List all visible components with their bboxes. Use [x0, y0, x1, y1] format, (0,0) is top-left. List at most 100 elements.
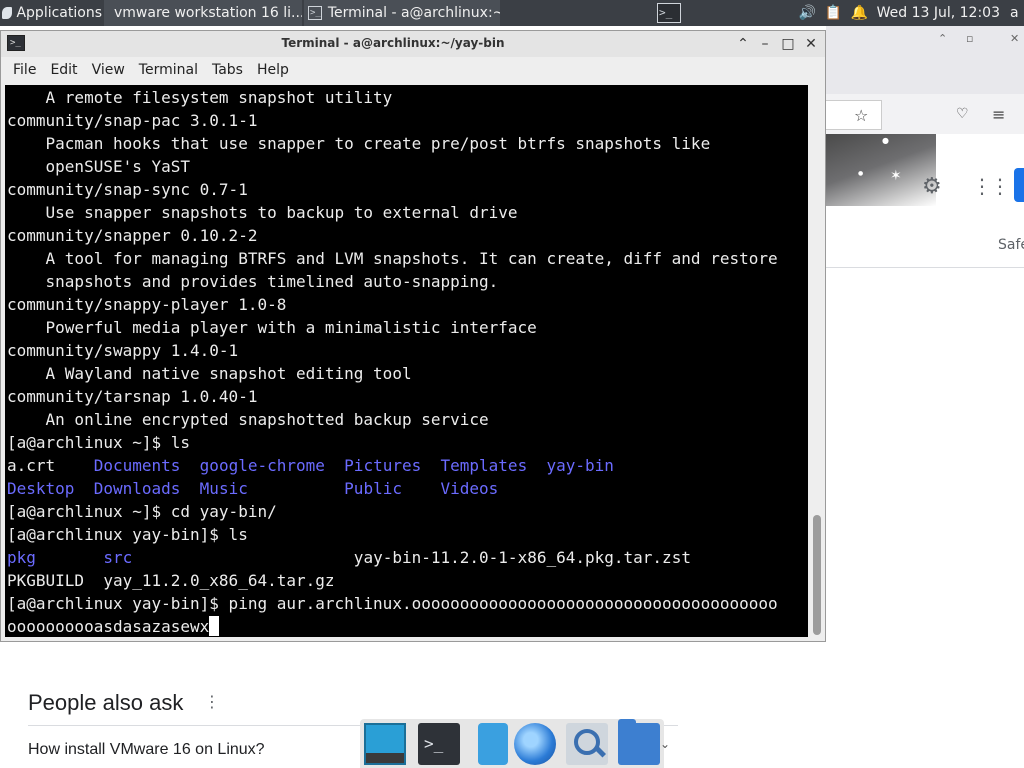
terminal-line: Pacman hooks that use snapper to create … [7, 132, 711, 155]
home-folder-icon[interactable] [618, 719, 660, 765]
terminal-line: oooooooooasdasazasewx [7, 615, 220, 637]
terminal-line: Desktop Downloads Music Public Videos [7, 477, 498, 500]
show-desktop-icon[interactable] [364, 723, 406, 765]
taskbar-terminal-label: Terminal - a@archlinux:~/... [327, 5, 500, 21]
applications-label: Applications [16, 5, 102, 21]
terminal-output[interactable]: A remote filesystem snapshot utility comm… [5, 85, 808, 637]
volume-icon[interactable]: 🔊 [795, 5, 821, 21]
menu-file[interactable]: File [13, 62, 36, 78]
terminal-line: A remote filesystem snapshot utility [7, 86, 393, 109]
terminal-line: snapshots and provides timelined auto-sn… [7, 270, 499, 293]
dock: >_ ⌄ [360, 719, 670, 768]
divider [826, 267, 1024, 268]
directory-entry: Videos [440, 479, 499, 498]
terminal-line: community/snapper 0.10.2-2 [7, 224, 257, 247]
dock-terminal-icon[interactable]: >_ [418, 723, 460, 765]
notification-bell-icon[interactable]: 🔔 [847, 5, 873, 21]
maximize-icon[interactable]: □ [778, 33, 798, 55]
browser-menu-icon[interactable]: ≡ [992, 105, 1005, 124]
terminal-titlebar[interactable]: >_ Terminal - a@archlinux:~/yay-bin ⌃ – … [1, 31, 825, 57]
terminal-line: community/snappy-player 1.0-8 [7, 293, 286, 316]
terminal-line: community/swappy 1.4.0-1 [7, 339, 238, 362]
terminal-text: [a@archlinux yay-bin]$ ls [7, 525, 248, 544]
xfce-logo-icon [2, 7, 13, 19]
taskbar-terminal-button[interactable]: >_ Terminal - a@archlinux:~/... [304, 0, 500, 26]
related-question-item[interactable]: How install VMware 16 on Linux? [28, 741, 265, 759]
browser-close-icon[interactable]: ✕ [1010, 32, 1019, 45]
terminal-text: community/snapper 0.10.2-2 [7, 226, 258, 245]
clock[interactable]: Wed 13 Jul, 12:03 [877, 5, 1000, 21]
close-icon[interactable]: ✕ [801, 33, 821, 55]
terminal-text: Powerful media player with a minimalisti… [7, 318, 537, 337]
terminal-text: openSUSE's YaST [7, 157, 191, 176]
terminal-text: An online encrypted snapshotted backup s… [7, 410, 489, 429]
panel-terminal-launcher[interactable]: >_ [654, 0, 684, 26]
more-options-icon[interactable]: ⋮ [204, 692, 220, 711]
terminal-window: >_ Terminal - a@archlinux:~/yay-bin ⌃ – … [0, 30, 826, 642]
chevron-down-icon[interactable]: ⌄ [660, 737, 670, 751]
app-finder-magnifier-icon[interactable] [566, 723, 608, 765]
terminal-line: An online encrypted snapshotted backup s… [7, 408, 489, 431]
terminal-text: community/snap-sync 0.7-1 [7, 180, 248, 199]
settings-gear-icon[interactable]: ⚙ [922, 174, 942, 199]
web-browser-globe-icon[interactable] [514, 723, 556, 765]
doodle-banner: ● ✶ ● [826, 134, 936, 206]
menu-help[interactable]: Help [257, 62, 289, 78]
terminal-line: Powerful media player with a minimalisti… [7, 316, 537, 339]
terminal-line: [a@archlinux yay-bin]$ ls [7, 523, 248, 546]
terminal-text: yay-bin-11.2.0-1-x86_64.pkg.tar.zst [132, 548, 691, 567]
menu-edit[interactable]: Edit [50, 62, 77, 78]
text-cursor [209, 616, 220, 636]
browser-tab-bar: ⌃ ▫ ✕ [826, 26, 1024, 94]
scrollbar-thumb[interactable] [813, 515, 821, 635]
bookmark-star-icon[interactable]: ☆ [854, 106, 868, 125]
terminal-line: community/tarsnap 1.0.40-1 [7, 385, 257, 408]
taskbar-firefox-button[interactable]: vmware workstation 16 li... [104, 0, 302, 26]
pocket-icon[interactable]: ♡ [956, 106, 969, 122]
terminal-text: community/snap-pac 3.0.1-1 [7, 111, 258, 130]
people-also-ask-heading: People also ask [28, 690, 184, 715]
terminal-line: community/snap-sync 0.7-1 [7, 178, 248, 201]
terminal-line: a.crt Documents google-chrome Pictures T… [7, 454, 614, 477]
clipboard-icon[interactable]: 📋 [821, 5, 847, 21]
user-menu[interactable]: a [1010, 5, 1024, 21]
roll-up-icon[interactable]: ⌃ [733, 33, 753, 55]
terminal-text: A tool for managing BTRFS and LVM snapsh… [7, 249, 778, 268]
terminal-text: oooooooooasdasazasewx [7, 617, 210, 636]
terminal-text: [a@archlinux ~]$ ls [7, 433, 191, 452]
top-panel: Applications vmware workstation 16 li...… [0, 0, 1024, 26]
browser-maximize-icon[interactable]: ▫ [966, 32, 973, 45]
safesearch-label[interactable]: Safe [998, 237, 1024, 253]
terminal-line: [a@archlinux ~]$ cd yay-bin/ [7, 500, 277, 523]
terminal-line: [a@archlinux ~]$ ls [7, 431, 190, 454]
terminal-launcher-icon: >_ [657, 3, 681, 23]
applications-menu-button[interactable]: Applications [2, 0, 102, 26]
terminal-text: A remote filesystem snapshot utility [7, 88, 393, 107]
browser-minimize-icon[interactable]: ⌃ [938, 32, 947, 45]
terminal-title: Terminal - a@archlinux:~/yay-bin [281, 36, 505, 50]
terminal-line: pkg src yay-bin-11.2.0-1-x86_64.pkg.tar.… [7, 546, 691, 569]
menu-tabs[interactable]: Tabs [212, 62, 243, 78]
terminal-line: PKGBUILD yay_11.2.0_x86_64.tar.gz [7, 569, 335, 592]
terminal-text: community/tarsnap 1.0.40-1 [7, 387, 258, 406]
directory-entry: yay-bin [546, 456, 614, 475]
menu-terminal[interactable]: Terminal [139, 62, 198, 78]
terminal-scrollbar[interactable] [809, 85, 825, 637]
menu-view[interactable]: View [92, 62, 125, 78]
directory-entry: Templates [440, 456, 528, 475]
file-manager-icon[interactable] [478, 723, 508, 765]
sign-in-button[interactable] [1014, 168, 1024, 202]
browser-content: ● ✶ ● ⚙ ⋮⋮⋮ Safe [826, 134, 1024, 646]
terminal-text: snapshots and provides timelined auto-sn… [7, 272, 499, 291]
terminal-text: Pacman hooks that use snapper to create … [7, 134, 711, 153]
directory-entry: Desktop [7, 479, 75, 498]
terminal-text: PKGBUILD yay_11.2.0_x86_64.tar.gz [7, 571, 335, 590]
minimize-icon[interactable]: – [755, 33, 775, 55]
terminal-text: community/swappy 1.4.0-1 [7, 341, 239, 360]
